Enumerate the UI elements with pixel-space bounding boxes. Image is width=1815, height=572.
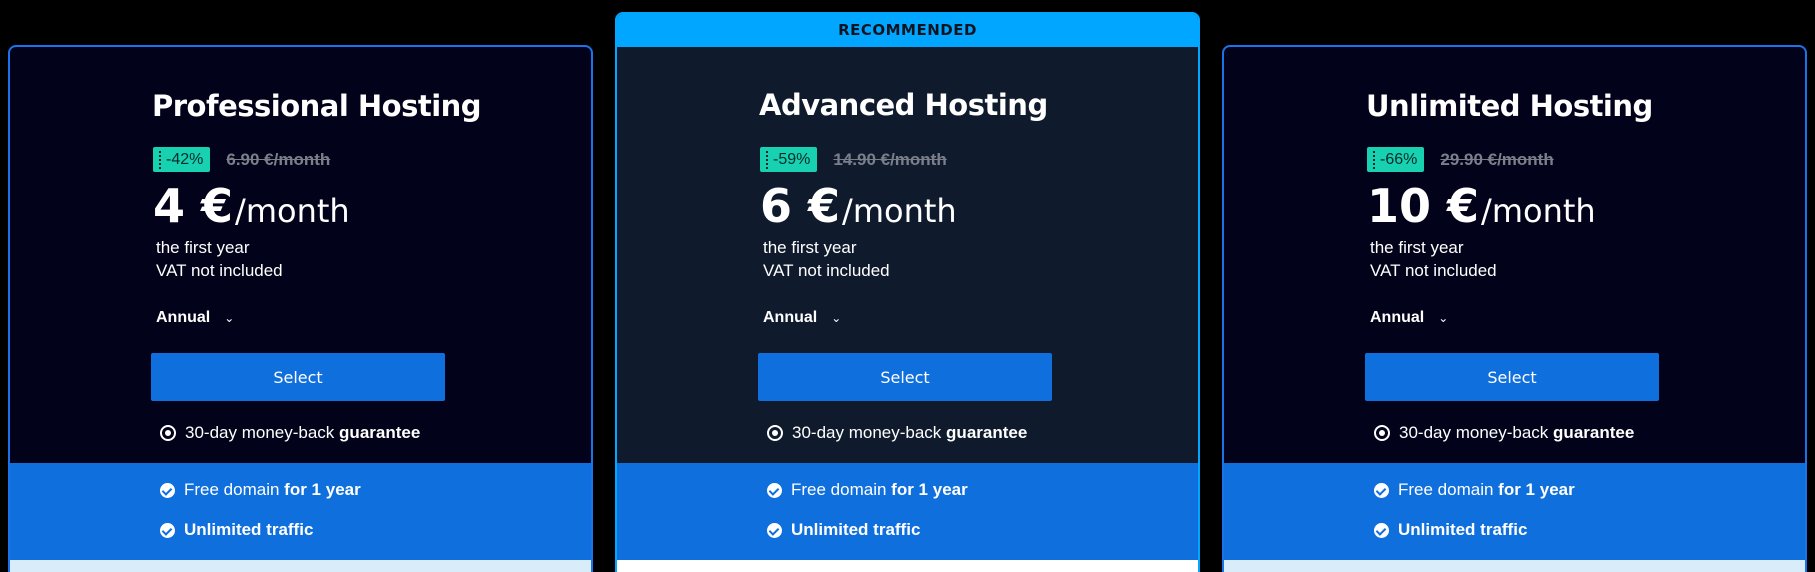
ticket-perforation-icon — [1373, 150, 1375, 169]
billing-period-dropdown[interactable]: Annual ⌄ — [156, 309, 234, 327]
chevron-down-icon: ⌄ — [831, 311, 842, 325]
old-price: 29.90 €/month — [1440, 149, 1554, 169]
discount-row: -42% 6.90 €/month — [153, 147, 330, 172]
billing-period-label: Annual — [1370, 309, 1425, 326]
price-unit: /month — [1481, 192, 1596, 230]
recommended-ribbon: RECOMMENDED — [617, 14, 1198, 47]
select-button[interactable]: Select — [1365, 353, 1659, 401]
feature-bold: Unlimited traffic — [1398, 520, 1528, 539]
plan-card-advanced: RECOMMENDED Advanced Hosting -59% 14.90 … — [615, 12, 1200, 572]
discount-value: -66% — [1380, 150, 1418, 168]
guarantee-text: 30-day money-back — [185, 423, 335, 442]
feature-bold: Unlimited traffic — [791, 520, 921, 539]
select-button[interactable]: Select — [151, 353, 445, 401]
discount-value: -59% — [773, 150, 811, 168]
feature-unlimited-traffic: Unlimited traffic — [160, 520, 313, 540]
price-note-vat: VAT not included — [156, 261, 283, 280]
money-back-guarantee: 30-day money-back guarantee — [160, 423, 420, 443]
discount-badge: -42% — [153, 147, 211, 172]
feature-unlimited-traffic: Unlimited traffic — [767, 520, 920, 540]
feature-free-domain: Free domain for 1 year — [767, 480, 968, 500]
price: 6 € /month — [760, 179, 957, 233]
plan-title: Unlimited Hosting — [1366, 89, 1653, 123]
check-badge-icon — [767, 482, 782, 498]
feature-bold: Unlimited traffic — [184, 520, 314, 539]
check-badge-icon — [1374, 522, 1389, 538]
features-list: Free domain for 1 year Unlimited traffic — [10, 463, 591, 560]
check-badge-icon — [160, 522, 175, 538]
feature-free-domain: Free domain for 1 year — [160, 480, 361, 500]
plan-card-header: Advanced Hosting -59% 14.90 €/month 6 € … — [617, 47, 1198, 463]
plan-card-professional: Professional Hosting -42% 6.90 €/month 4… — [8, 45, 593, 572]
feature-bold: for 1 year — [284, 480, 361, 499]
features-continued-strip — [10, 560, 591, 572]
price-note-first-year: the first year — [1370, 238, 1464, 257]
ticket-perforation-icon — [159, 150, 161, 169]
discount-row: -59% 14.90 €/month — [760, 147, 947, 172]
plan-title: Professional Hosting — [152, 89, 482, 123]
price-note-first-year: the first year — [156, 238, 250, 257]
price-note-vat: VAT not included — [763, 261, 890, 280]
feature-bold: for 1 year — [1498, 480, 1575, 499]
price-note-first-year: the first year — [763, 238, 857, 257]
price-amount: 4 € — [153, 179, 234, 233]
old-price: 14.90 €/month — [833, 149, 947, 169]
feature-text: Free domain — [184, 480, 280, 499]
plan-card-header: Unlimited Hosting -66% 29.90 €/month 10 … — [1224, 47, 1805, 463]
features-list: Free domain for 1 year Unlimited traffic — [1224, 463, 1805, 560]
money-back-guarantee: 30-day money-back guarantee — [1374, 423, 1634, 443]
medal-icon — [160, 425, 176, 441]
discount-badge: -66% — [1367, 147, 1425, 172]
price: 10 € /month — [1367, 179, 1596, 233]
price-note-vat: VAT not included — [1370, 261, 1497, 280]
feature-free-domain: Free domain for 1 year — [1374, 480, 1575, 500]
features-list: Free domain for 1 year Unlimited traffic — [617, 463, 1198, 560]
price-unit: /month — [235, 192, 350, 230]
feature-text: Free domain — [791, 480, 887, 499]
feature-unlimited-traffic: Unlimited traffic — [1374, 520, 1527, 540]
old-price: 6.90 €/month — [226, 149, 331, 169]
price-amount: 10 € — [1367, 179, 1480, 233]
price-unit: /month — [842, 192, 957, 230]
price-amount: 6 € — [760, 179, 841, 233]
money-back-guarantee: 30-day money-back guarantee — [767, 423, 1027, 443]
features-continued-strip — [1224, 560, 1805, 572]
guarantee-bold: guarantee — [339, 423, 421, 442]
billing-period-label: Annual — [763, 309, 818, 326]
guarantee-bold: guarantee — [946, 423, 1028, 442]
chevron-down-icon: ⌄ — [224, 311, 235, 325]
billing-period-label: Annual — [156, 309, 211, 326]
feature-text: Free domain — [1398, 480, 1494, 499]
billing-period-dropdown[interactable]: Annual ⌄ — [1370, 309, 1448, 327]
check-badge-icon — [160, 482, 175, 498]
features-continued-strip — [617, 560, 1198, 572]
ticket-perforation-icon — [766, 150, 768, 169]
select-button[interactable]: Select — [758, 353, 1052, 401]
discount-row: -66% 29.90 €/month — [1367, 147, 1554, 172]
medal-icon — [767, 425, 783, 441]
feature-bold: for 1 year — [891, 480, 968, 499]
guarantee-bold: guarantee — [1553, 423, 1635, 442]
billing-period-dropdown[interactable]: Annual ⌄ — [763, 309, 841, 327]
plan-card-header: Professional Hosting -42% 6.90 €/month 4… — [10, 47, 591, 463]
guarantee-text: 30-day money-back — [792, 423, 942, 442]
discount-badge: -59% — [760, 147, 818, 172]
medal-icon — [1374, 425, 1390, 441]
chevron-down-icon: ⌄ — [1438, 311, 1449, 325]
guarantee-text: 30-day money-back — [1399, 423, 1549, 442]
check-badge-icon — [767, 522, 782, 538]
discount-value: -42% — [166, 150, 204, 168]
plan-card-unlimited: Unlimited Hosting -66% 29.90 €/month 10 … — [1222, 45, 1807, 572]
check-badge-icon — [1374, 482, 1389, 498]
price: 4 € /month — [153, 179, 350, 233]
plan-title: Advanced Hosting — [759, 88, 1048, 122]
